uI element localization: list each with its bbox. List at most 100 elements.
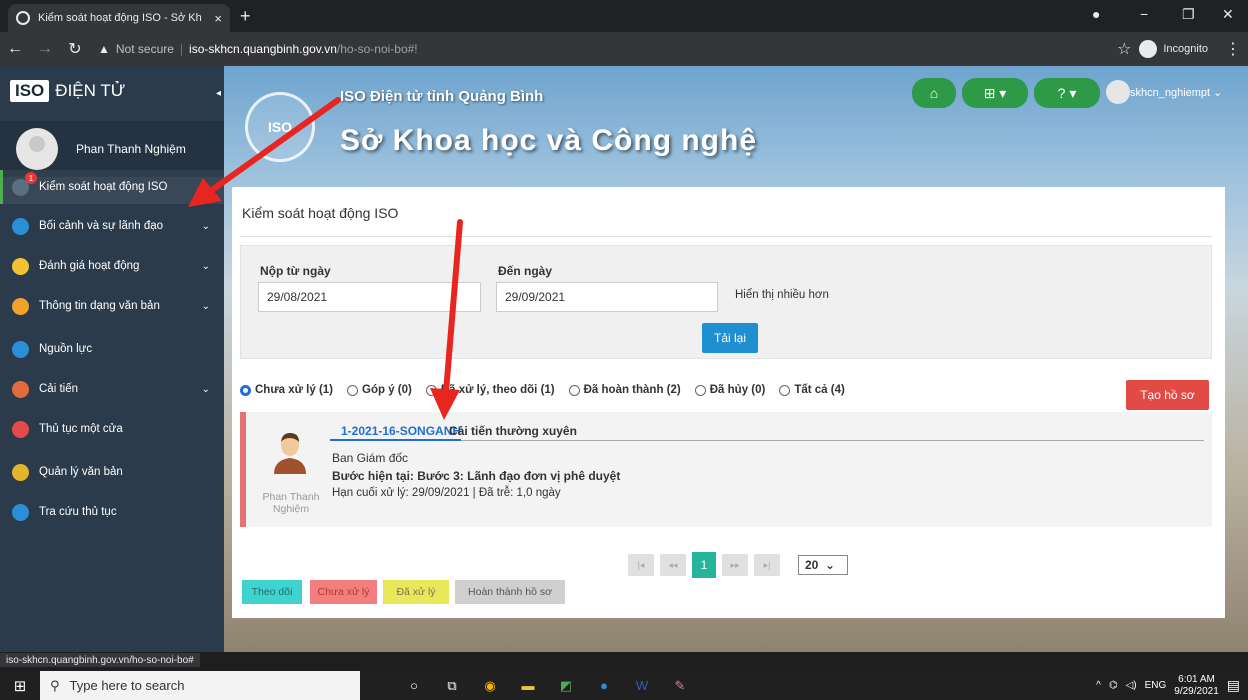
- status-filter-radio[interactable]: Góp ý (0): [347, 384, 412, 396]
- chrome-icon[interactable]: ◉: [476, 676, 504, 696]
- sidebar-item-7[interactable]: Thủ tục một cửa: [0, 412, 224, 446]
- zalo-icon[interactable]: ●: [590, 676, 618, 696]
- current-page-button[interactable]: 1: [692, 552, 716, 578]
- from-date-field[interactable]: 29/08/2021: [258, 282, 481, 312]
- sidebar-collapse-icon[interactable]: ◂: [216, 88, 221, 99]
- sidebar-item-6[interactable]: Cải tiến ⌄: [0, 372, 224, 406]
- help-button[interactable]: ? ▾: [1034, 78, 1100, 108]
- status-filter-group: Chưa xử lý (1) Góp ý (0) Đã xử lý, theo dõ…: [240, 384, 845, 396]
- sidebar-item-icon: [12, 340, 29, 358]
- close-window-button[interactable]: ✕: [1222, 6, 1234, 23]
- sidebar-item-9[interactable]: Tra cứu thủ tục: [0, 495, 224, 529]
- network-icon[interactable]: ⌬: [1109, 680, 1118, 691]
- record-code-tab[interactable]: 1-2021-16-SONGANH: [341, 424, 461, 438]
- record-tab-active-underline: [330, 439, 461, 441]
- language-indicator[interactable]: ENG: [1145, 680, 1167, 691]
- status-filter-radio[interactable]: Đã hoàn thành (2): [568, 384, 681, 396]
- url-path: /ho-so-noi-bo#!: [336, 42, 418, 56]
- status-filter-label: Góp ý (0): [362, 384, 412, 396]
- radio-circle-icon: [779, 384, 791, 396]
- close-tab-icon[interactable]: ×: [214, 11, 222, 26]
- account-avatar[interactable]: [1106, 80, 1130, 104]
- volume-icon[interactable]: ◁): [1126, 680, 1137, 691]
- windows-start-icon[interactable]: ⊞: [0, 677, 40, 695]
- record-current-step: Bước hiện tại: Bước 3: Lãnh đạo đơn vị p…: [332, 469, 621, 483]
- sidebar-item-3[interactable]: Đánh giá hoạt động ⌄: [0, 249, 224, 283]
- notification-badge: 1: [25, 172, 37, 184]
- status-filter-radio[interactable]: Tất cả (4): [779, 384, 845, 396]
- new-tab-button[interactable]: +: [240, 6, 251, 27]
- status-filter-radio[interactable]: Đã xử lý, theo dõi (1): [425, 384, 555, 396]
- store-icon[interactable]: ◩: [552, 676, 580, 696]
- record-deadline: Hạn cuối xử lý: 29/09/2021 | Đã trễ: 1,0…: [332, 487, 561, 499]
- browser-menu-icon[interactable]: ⋮: [1218, 39, 1248, 59]
- legend-2: Chưa xử lý: [310, 580, 377, 604]
- record-department: Ban Giám đốc: [332, 451, 409, 465]
- pagination: |◂ ◂◂ 1 ▸▸ ▸|: [628, 552, 780, 578]
- sidebar-item-label: Đánh giá hoạt động: [39, 260, 140, 272]
- last-page-button[interactable]: ▸|: [754, 554, 780, 576]
- status-filter-radio[interactable]: Chưa xử lý (1): [240, 384, 333, 396]
- record-type-tab[interactable]: Cải tiến thường xuyên: [449, 424, 577, 438]
- paint-icon[interactable]: ✎: [666, 676, 694, 696]
- restore-button[interactable]: ❐: [1182, 6, 1195, 23]
- create-record-button[interactable]: Tạo hồ sơ: [1126, 380, 1209, 410]
- incognito-icon: [1139, 40, 1158, 58]
- account-menu[interactable]: skhcn_nghiempt ⌄: [1130, 86, 1222, 99]
- apps-button[interactable]: ⊞ ▾: [962, 78, 1028, 108]
- reload-button[interactable]: Tải lại: [702, 323, 758, 353]
- sidebar-item-2[interactable]: Bối cảnh và sự lãnh đạo ⌄: [0, 209, 224, 243]
- profile-indicator-icon[interactable]: ●: [1092, 6, 1100, 22]
- radio-circle-icon: [347, 384, 359, 396]
- record-tab-divider: [330, 440, 1204, 441]
- task-view-icon[interactable]: ⧉: [438, 676, 466, 696]
- title-divider: [240, 236, 1212, 237]
- notifications-icon[interactable]: ▤: [1227, 677, 1240, 694]
- tab-title: Kiểm soát hoạt động ISO - Sở Kh: [38, 12, 202, 24]
- status-filter-radio[interactable]: Đã hủy (0): [694, 384, 766, 396]
- browser-tab[interactable]: Kiểm soát hoạt động ISO - Sở Kh ×: [8, 4, 230, 32]
- first-page-button[interactable]: |◂: [628, 554, 654, 576]
- status-bar-url: iso-skhcn.quangbinh.gov.vn/ho-so-noi-bo#: [0, 653, 200, 667]
- status-filter-label: Tất cả (4): [794, 384, 845, 396]
- page-size-select[interactable]: 20 ⌄: [798, 555, 848, 575]
- iso-seal-logo: ISO: [245, 92, 315, 162]
- sidebar-item-4[interactable]: Thông tin dạng văn bản ⌄: [0, 289, 224, 323]
- chevron-down-icon: ⌄: [201, 300, 210, 312]
- file-explorer-icon[interactable]: ▬: [514, 676, 542, 696]
- to-date-field[interactable]: 29/09/2021: [496, 282, 718, 312]
- status-filter-label: Đã hủy (0): [709, 384, 766, 396]
- forward-icon[interactable]: →: [30, 40, 60, 58]
- reload-icon[interactable]: ↻: [60, 39, 90, 59]
- url-field[interactable]: ▲ Not secure | iso-skhcn.quangbinh.gov.v…: [98, 36, 1101, 62]
- sidebar-item-8[interactable]: Quản lý văn bản: [0, 455, 224, 489]
- status-filter-label: Chưa xử lý (1): [255, 384, 334, 396]
- next-page-button[interactable]: ▸▸: [722, 554, 748, 576]
- sidebar-item-icon: [12, 503, 29, 521]
- legend-3: Đã xử lý: [383, 580, 449, 604]
- tray-chevron-icon[interactable]: ^: [1096, 680, 1101, 691]
- word-icon[interactable]: W: [628, 676, 656, 696]
- taskbar-search-input[interactable]: ⚲ Type here to search: [40, 671, 360, 700]
- show-more-link[interactable]: Hiển thị nhiều hơn: [735, 289, 829, 301]
- sidebar-item-5[interactable]: Nguồn lực: [0, 332, 224, 366]
- page-title: Kiểm soát hoạt động ISO: [242, 205, 399, 221]
- home-button[interactable]: ⌂: [912, 78, 956, 108]
- sidebar-item-icon: [12, 380, 29, 398]
- warning-icon: ▲: [98, 42, 110, 56]
- sidebar-item-icon: [12, 297, 29, 315]
- sidebar-item-icon: [12, 463, 29, 481]
- sidebar-item-label: Thông tin dạng văn bản: [39, 300, 160, 312]
- minimize-button[interactable]: −: [1140, 6, 1148, 22]
- site-logo[interactable]: ISO ĐIỆN TỬ: [10, 80, 125, 102]
- sidebar-item-1[interactable]: 1 Kiểm soát hoạt động ISO: [0, 170, 224, 204]
- to-date-label: Đến ngày: [498, 264, 553, 278]
- bookmark-star-icon[interactable]: ☆: [1109, 39, 1139, 59]
- user-avatar: [16, 128, 58, 170]
- cortana-icon[interactable]: ○: [400, 676, 428, 696]
- clock[interactable]: 6:01 AM 9/29/2021: [1174, 674, 1219, 698]
- header-title: Sở Khoa học và Công nghệ: [340, 124, 758, 157]
- prev-page-button[interactable]: ◂◂: [660, 554, 686, 576]
- incognito-indicator[interactable]: Incognito: [1139, 40, 1208, 58]
- back-icon[interactable]: ←: [0, 40, 30, 58]
